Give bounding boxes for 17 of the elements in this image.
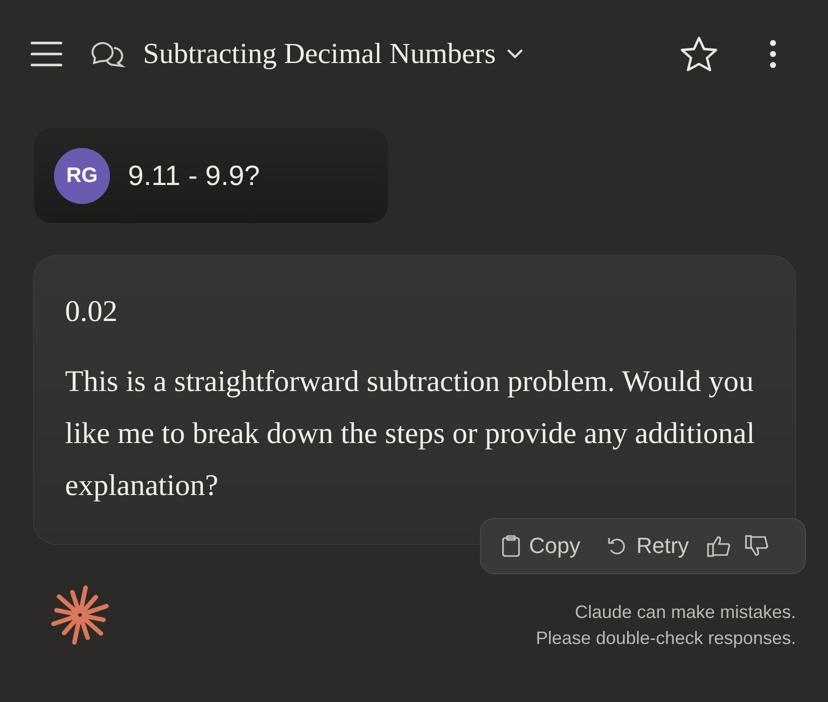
chat-bubbles-icon: [91, 39, 125, 69]
disclaimer-text: Please double-check responses.: [534, 627, 796, 650]
response-text: This is a straightforward subtraction problem. Would you like me to break down the steps or provide any additional explanation?: [65, 364, 756, 504]
menu-icon[interactable]: [30, 40, 63, 68]
disclaimer-text: Claude can make mistakes.: [574, 601, 796, 624]
copy-button[interactable]: Copy: [501, 533, 580, 559]
user-avatar: RG: [54, 148, 110, 204]
chat-title[interactable]: Subtracting Decimal Numbers: [143, 38, 496, 70]
thumbs-up-icon[interactable]: [706, 535, 731, 557]
retry-button[interactable]: Retry: [606, 533, 689, 559]
more-options-icon[interactable]: [770, 40, 776, 68]
user-message-text: 9.11 - 9.9?: [128, 160, 260, 192]
response-text: 0.02: [65, 294, 118, 330]
star-icon[interactable]: [680, 36, 718, 72]
thumbs-down-icon[interactable]: [744, 535, 769, 557]
chevron-down-icon[interactable]: [506, 48, 524, 60]
clipboard-icon: [501, 535, 521, 557]
